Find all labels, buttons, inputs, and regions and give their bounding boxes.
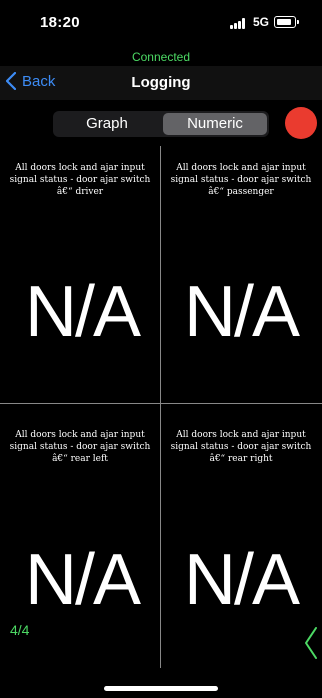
cell-value-rear-right: N/A (183, 540, 300, 620)
cell-label-passenger: All doors lock and ajar input signal sta… (170, 163, 312, 197)
grid-divider-horizontal (0, 403, 322, 404)
cellular-signal-icon (230, 18, 246, 29)
page-title: Logging (131, 74, 191, 91)
cell-label-rear-right: All doors lock and ajar input signal sta… (170, 430, 312, 464)
view-mode-segmented-control: Graph Numeric (53, 111, 269, 137)
segment-numeric[interactable]: Numeric (163, 113, 267, 135)
chevron-left-icon[interactable] (304, 626, 318, 665)
navigation-bar: Back Logging (0, 66, 322, 100)
cell-label-rear-left: All doors lock and ajar input signal sta… (9, 430, 151, 464)
connection-status: Connected (131, 50, 191, 64)
cell-value-rear-left: N/A (24, 540, 141, 620)
cell-value-passenger: N/A (183, 272, 300, 352)
home-indicator (104, 686, 218, 691)
segment-graph[interactable]: Graph (55, 113, 159, 135)
cell-label-driver: All doors lock and ajar input signal sta… (9, 163, 151, 197)
page-indicator: 4/4 (10, 622, 30, 638)
network-type: 5G (253, 15, 270, 29)
cell-value-driver: N/A (24, 272, 141, 352)
battery-icon (274, 16, 299, 28)
status-bar: 18:20 5G (0, 0, 322, 48)
record-button[interactable] (285, 107, 317, 139)
status-time: 18:20 (40, 14, 80, 31)
